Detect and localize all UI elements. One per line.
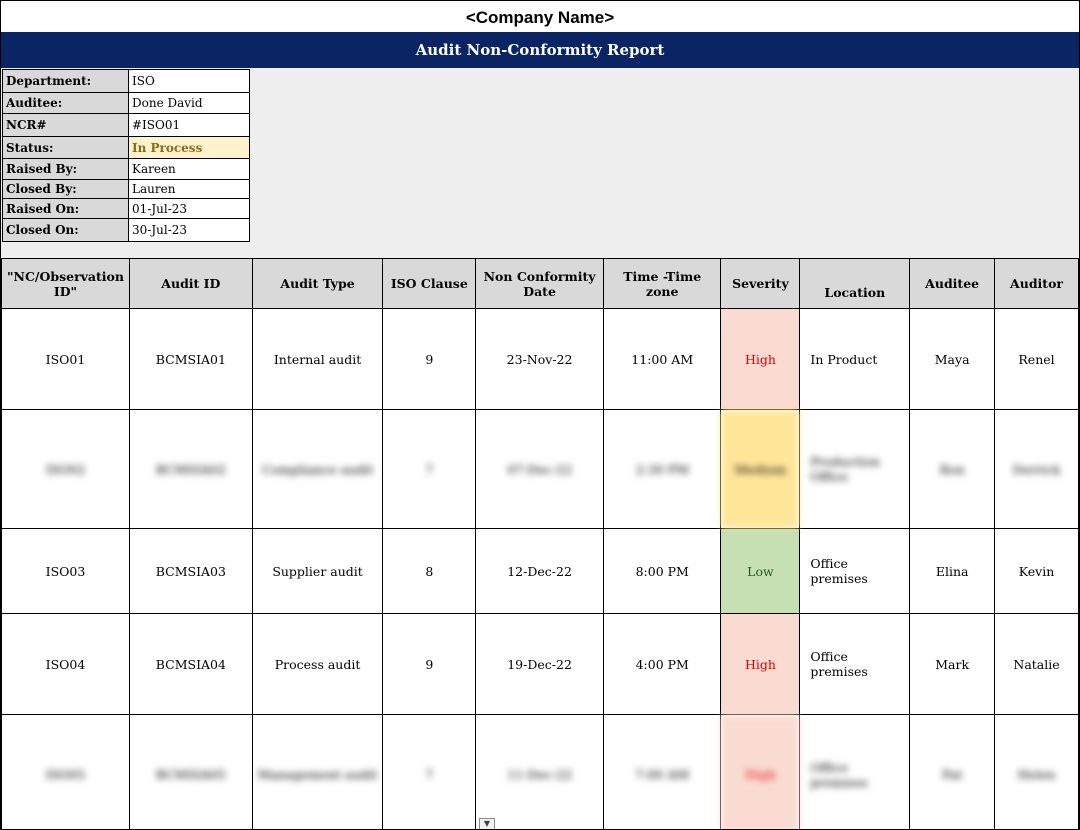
cell-auditee[interactable]: Elina [909,528,996,614]
cell-time[interactable]: 11:00 AM [602,308,722,410]
cell-audit-type[interactable]: Compliance audit [251,409,384,529]
header-time-zone: Time -Time zone [602,258,722,309]
cell-iso-clause[interactable]: 7 [382,409,477,529]
cell-iso-clause[interactable]: 7 [382,714,477,829]
cell-iso-clause[interactable]: 9 [382,613,477,715]
closed-by-value[interactable]: Lauren [128,179,250,199]
nonconformity-table: "NC/Observation ID" Audit ID Audit Type … [1,258,1079,829]
cell-location[interactable]: In Product [799,308,911,410]
cell-auditor[interactable]: Helen [994,714,1079,829]
cell-nc-date[interactable]: 11-Dec-22 [475,714,604,829]
company-name: <Company Name> [465,8,615,27]
cell-location[interactable]: Production Office [799,409,911,529]
cell-auditor[interactable]: Renel [994,308,1079,410]
cell-nc-date[interactable]: 07-Dec-22 [475,409,604,529]
header-iso-clause: ISO Clause [382,258,477,309]
report-info-table: Department: ISO Auditee: Done David NCR# #I… [2,69,250,242]
cell-nc-id[interactable]: ISO02 [1,409,130,529]
cell-nc-date[interactable]: 23-Nov-22 [475,308,604,410]
cell-time[interactable]: 4:00 PM [602,613,722,715]
status-value[interactable]: In Process [128,136,250,159]
cell-auditor[interactable]: Derrick [994,409,1079,529]
closed-on-label: Closed On: [2,218,129,242]
cell-nc-id[interactable]: ISO05 [1,714,130,829]
cell-time[interactable]: 8:00 PM [602,528,722,614]
info-area: Department: ISO Auditee: Done David NCR# #I… [1,68,1079,258]
cell-auditee[interactable]: Maya [909,308,996,410]
table-row: ISO01 BCMSIA01 Internal audit 9 23-Nov-2… [1,308,1079,410]
cell-severity[interactable]: High [720,714,801,829]
table-row: ISO04 BCMSIA04 Process audit 9 19-Dec-22… [1,613,1079,715]
header-severity: Severity [720,258,801,309]
header-auditee: Auditee [909,258,996,309]
table-row: ISO02 BCMSIA02 Compliance audit 7 07-Dec… [1,409,1079,529]
cell-auditee[interactable]: Pat [909,714,996,829]
cell-location[interactable]: Office premises [799,528,911,614]
cell-severity[interactable]: Medium [720,409,801,529]
cell-audit-type[interactable]: Internal audit [251,308,384,410]
cell-severity[interactable]: High [720,308,801,410]
cell-severity[interactable]: High [720,613,801,715]
cell-nc-id[interactable]: ISO01 [1,308,130,410]
cell-nc-id[interactable]: ISO03 [1,528,130,614]
cell-severity[interactable]: Low [720,528,801,614]
raised-by-label: Raised By: [2,158,129,180]
cell-iso-clause[interactable]: 9 [382,308,477,410]
cell-audit-id[interactable]: BCMSIA03 [128,528,253,614]
cell-nc-date[interactable]: 19-Dec-22 [475,613,604,715]
cell-auditee[interactable]: Mark [909,613,996,715]
auditee-label: Auditee: [2,92,129,114]
cell-time[interactable]: 2:30 PM [602,409,722,529]
spreadsheet-frame: <Company Name> Audit Non-Conformity Repo… [0,0,1080,830]
header-nc-id: "NC/Observation ID" [1,258,130,309]
raised-on-value[interactable]: 01-Jul-23 [128,198,250,219]
department-value[interactable]: ISO [128,69,250,93]
table-row: ISO03 BCMSIA03 Supplier audit 8 12-Dec-2… [1,528,1079,614]
raised-on-label: Raised On: [2,198,129,219]
header-location: Location [799,258,911,309]
status-label: Status: [2,136,129,159]
cell-location[interactable]: Office premises [799,714,911,829]
ncr-value[interactable]: #ISO01 [128,113,250,137]
report-title: Audit Non-Conformity Report [1,32,1079,68]
cell-audit-type[interactable]: Supplier audit [251,528,384,614]
cell-auditor[interactable]: Natalie [994,613,1079,715]
closed-on-value[interactable]: 30-Jul-23 [128,218,250,242]
header-nc-date: Non Conformity Date [475,258,604,309]
closed-by-label: Closed By: [2,179,129,199]
cell-audit-type[interactable]: Process audit [251,613,384,715]
cell-audit-type[interactable]: Management audit [251,714,384,829]
cell-iso-clause[interactable]: 8 [382,528,477,614]
header-auditor: Auditor [994,258,1079,309]
auditee-value[interactable]: Done David [128,92,250,114]
cell-time[interactable]: 7:00 AM [602,714,722,829]
cell-audit-id[interactable]: BCMSIA01 [128,308,253,410]
cell-auditor[interactable]: Kevin [994,528,1079,614]
cell-location[interactable]: Office premises [799,613,911,715]
cell-audit-id[interactable]: BCMSIA02 [128,409,253,529]
table-row: ISO05 BCMSIA05 Management audit 7 11-Dec… [1,714,1079,829]
department-label: Department: [2,69,129,93]
ncr-label: NCR# [2,113,129,137]
cell-audit-id[interactable]: BCMSIA04 [128,613,253,715]
header-audit-id: Audit ID [128,258,253,309]
cell-auditee[interactable]: Ron [909,409,996,529]
header-audit-type: Audit Type [251,258,384,309]
dropdown-arrow-icon[interactable]: ▼ [479,818,495,829]
cell-audit-id[interactable]: BCMSIA05 [128,714,253,829]
cell-nc-id[interactable]: ISO04 [1,613,130,715]
cell-nc-date[interactable]: 12-Dec-22 [475,528,604,614]
raised-by-value[interactable]: Kareen [128,158,250,180]
